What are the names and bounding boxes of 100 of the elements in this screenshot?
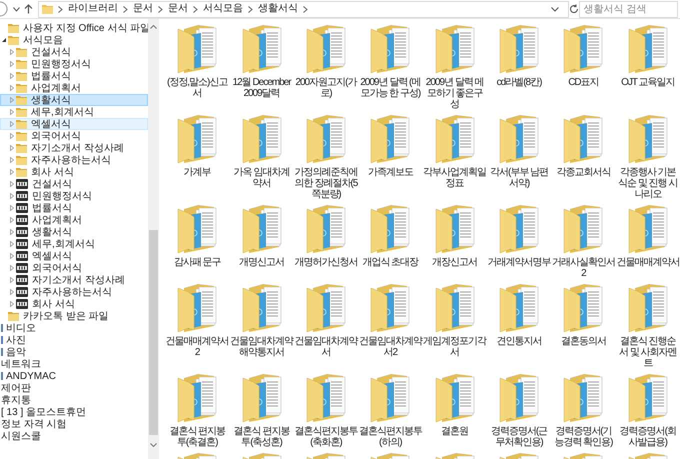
folder-name[interactable]: 각부사업계획일정표 — [422, 167, 487, 189]
breadcrumb-link[interactable]: 문서 — [168, 3, 188, 15]
tree-item[interactable]: 시원스쿨 — [0, 430, 148, 442]
tree-item[interactable]: 자주사용하는서식 — [0, 154, 148, 166]
tree-item[interactable]: 음악 — [0, 346, 148, 358]
folder-name[interactable]: 결혼식 진행순서 및 사회자멘트 — [616, 336, 680, 369]
folder-name[interactable]: 2009년 달력 (메모가능 한 구성) — [358, 77, 422, 99]
folder-name[interactable]: 가정의례준칙에 의한 장례절차(5쪽분량) — [294, 167, 358, 200]
refresh-icon[interactable] — [568, 4, 579, 14]
folder-name[interactable]: 건물임대차계약서2 — [358, 336, 422, 358]
tree-item[interactable]: 정보 자격 시험 — [0, 418, 148, 430]
folder-name[interactable]: 결혼동의서 — [551, 336, 616, 347]
folder-name[interactable]: OJT 교육일지 — [616, 77, 680, 88]
folder-name[interactable]: 200자원고지(가로) — [294, 77, 358, 99]
tree-item[interactable]: 사업계획서 — [0, 82, 148, 94]
tree-item[interactable]: 법률서식 — [0, 202, 148, 214]
folder-name[interactable]: 감사패 문구 — [165, 257, 230, 268]
breadcrumb-link[interactable]: 서식모음 — [202, 3, 243, 15]
breadcrumb-link[interactable]: 라이브러리 — [68, 3, 118, 15]
tree-item[interactable]: 엑셀서식 — [0, 250, 148, 262]
tree-item[interactable]: 외국어서식 — [0, 130, 148, 142]
tree-item[interactable]: 민원행정서식 — [0, 58, 148, 70]
folder-name[interactable]: 각종행사 기본식순 및 진행 시나리오 — [616, 167, 680, 200]
folder-name[interactable]: CD표지 — [551, 77, 616, 88]
folder-name[interactable]: 건물임대차계약해약통지서 — [230, 336, 294, 358]
expanded-arrow-icon[interactable] — [2, 38, 6, 42]
address-field[interactable]: 라이브러리 문서 문서 서식모음 생활서식 — [38, 0, 569, 18]
scrollbar[interactable] — [148, 19, 159, 459]
tree-item[interactable]: 생활서식 — [0, 226, 148, 238]
search-field[interactable]: 생활서식 검색 — [578, 0, 678, 18]
folder-name[interactable]: 결혼원 — [422, 426, 487, 437]
scrollbar-thumb[interactable] — [149, 230, 158, 435]
folder-name[interactable]: 각서(부부 남편서약) — [487, 167, 552, 189]
tree-item[interactable]: 생활서식 — [0, 94, 148, 106]
tree-label: 건설서식 — [31, 46, 71, 58]
tree-item[interactable]: 사진 — [0, 334, 148, 346]
tree-item[interactable]: 자기소개서 작성사례 — [0, 274, 148, 286]
folder-name[interactable]: 게임계정포기각서 — [422, 336, 487, 358]
tree-item[interactable]: 건설서식 — [0, 178, 148, 190]
breadcrumb-link[interactable]: 생활서식 — [258, 3, 298, 15]
folder-name[interactable]: 견인통지서 — [487, 336, 552, 347]
folder-name[interactable]: 가족계보도 — [358, 167, 422, 178]
tree-item[interactable]: 외국어서식 — [0, 262, 148, 274]
tree-item[interactable]: 민원행정서식 — [0, 190, 148, 202]
folder-name[interactable]: 결혼식 편지봉투(축결혼) — [165, 426, 230, 448]
tree-item[interactable]: 서식모음 — [0, 34, 148, 46]
tree-item[interactable]: 법률서식 — [0, 70, 148, 82]
tree-item[interactable]: 제어판 — [0, 382, 148, 394]
folder-name[interactable]: 각종교회서식 — [551, 167, 616, 178]
tree-item[interactable]: 사업계획서 — [0, 214, 148, 226]
tree-item[interactable]: 건설서식 — [0, 46, 148, 58]
tree-item[interactable]: 휴지통 — [0, 394, 148, 406]
folder-name[interactable]: 경력증명서(회사발급용) — [616, 426, 680, 448]
tree-label: 서식모음 — [23, 34, 63, 46]
chevron-icon[interactable] — [58, 6, 63, 12]
tree-item[interactable]: 회사 서식 — [0, 298, 148, 310]
folder-name[interactable]: 2009년 달력 메모하기 좋은구성 — [422, 77, 487, 110]
chevron-icon[interactable] — [122, 6, 128, 12]
folder-name[interactable]: 경력증명서(기능경력 확인용) — [551, 426, 616, 448]
tree-item[interactable]: 비디오 — [0, 322, 148, 334]
folder-name[interactable]: 결혼식편지봉투(축화혼) — [294, 426, 358, 448]
recent-pages-chevron-icon[interactable] — [13, 6, 20, 12]
folder-icon — [16, 71, 27, 81]
tree-item[interactable]: 세무,회계서식 — [0, 238, 148, 250]
breadcrumb-link[interactable]: 문서 — [132, 3, 153, 15]
tree-item[interactable]: [ 13 ] 올모스트휴먼 — [0, 406, 148, 418]
folder-name[interactable]: 거래계약서명부 — [487, 257, 552, 268]
folder-name[interactable]: 개명허가신청서 — [294, 257, 358, 268]
folder-name[interactable]: 개장신고서 — [422, 257, 487, 268]
tree-item[interactable]: 회사 서식 — [0, 166, 148, 178]
up-arrow-icon[interactable] — [24, 4, 33, 14]
tree-item[interactable]: 네트워크 — [0, 358, 148, 370]
chevron-icon[interactable] — [302, 6, 308, 12]
folder-name[interactable]: 거래사실확인서2 — [551, 257, 616, 279]
folder-name[interactable]: 경력증명서(근무처확인용) — [487, 426, 552, 448]
folder-name[interactable]: 결혼식 편지봉투(축성혼) — [230, 426, 294, 448]
tree-item[interactable]: 카카오톡 받은 파일 — [0, 310, 148, 322]
tree-label: 정보 자격 시험 — [1, 418, 67, 430]
dropdown-chevron-icon[interactable] — [550, 6, 559, 12]
folder-name[interactable]: 개명신고서 — [230, 257, 294, 268]
folder-name[interactable]: 건물임대차계약서 — [294, 336, 358, 358]
tree-item[interactable]: 자기소개서 작성사례 — [0, 142, 148, 154]
folder-name[interactable]: 건물매매계약서2 — [165, 336, 230, 358]
folder-name[interactable]: 건물매매계약서 — [616, 257, 680, 268]
tree-item[interactable]: 엑셀서식 — [0, 118, 148, 130]
folder-name[interactable]: (정정,말소)신고서 — [165, 77, 230, 99]
folder-name[interactable]: 가옥 임대차계약서 — [230, 167, 294, 189]
folder-name[interactable]: 12월 December 2009달력 — [230, 77, 294, 99]
chevron-icon[interactable] — [192, 6, 198, 12]
chevron-icon[interactable] — [158, 6, 163, 12]
folder-name[interactable]: cd라벨(8칸) — [487, 77, 552, 88]
folder-name[interactable]: 개업식 초대장 — [358, 257, 422, 268]
folder-name[interactable]: 가계부 — [165, 167, 230, 178]
folder-name[interactable]: 결혼식편지봉투(하의) — [358, 426, 422, 448]
tree-item[interactable]: 자주사용하는서식 — [0, 286, 148, 298]
tree-item[interactable]: 세무,회계서식 — [0, 106, 148, 118]
chevron-icon[interactable] — [248, 6, 253, 12]
tree-label: 자주사용하는서식 — [32, 286, 112, 298]
tree-item[interactable]: ANDYMAC — [0, 370, 148, 382]
zip-folder-icon — [16, 251, 28, 261]
